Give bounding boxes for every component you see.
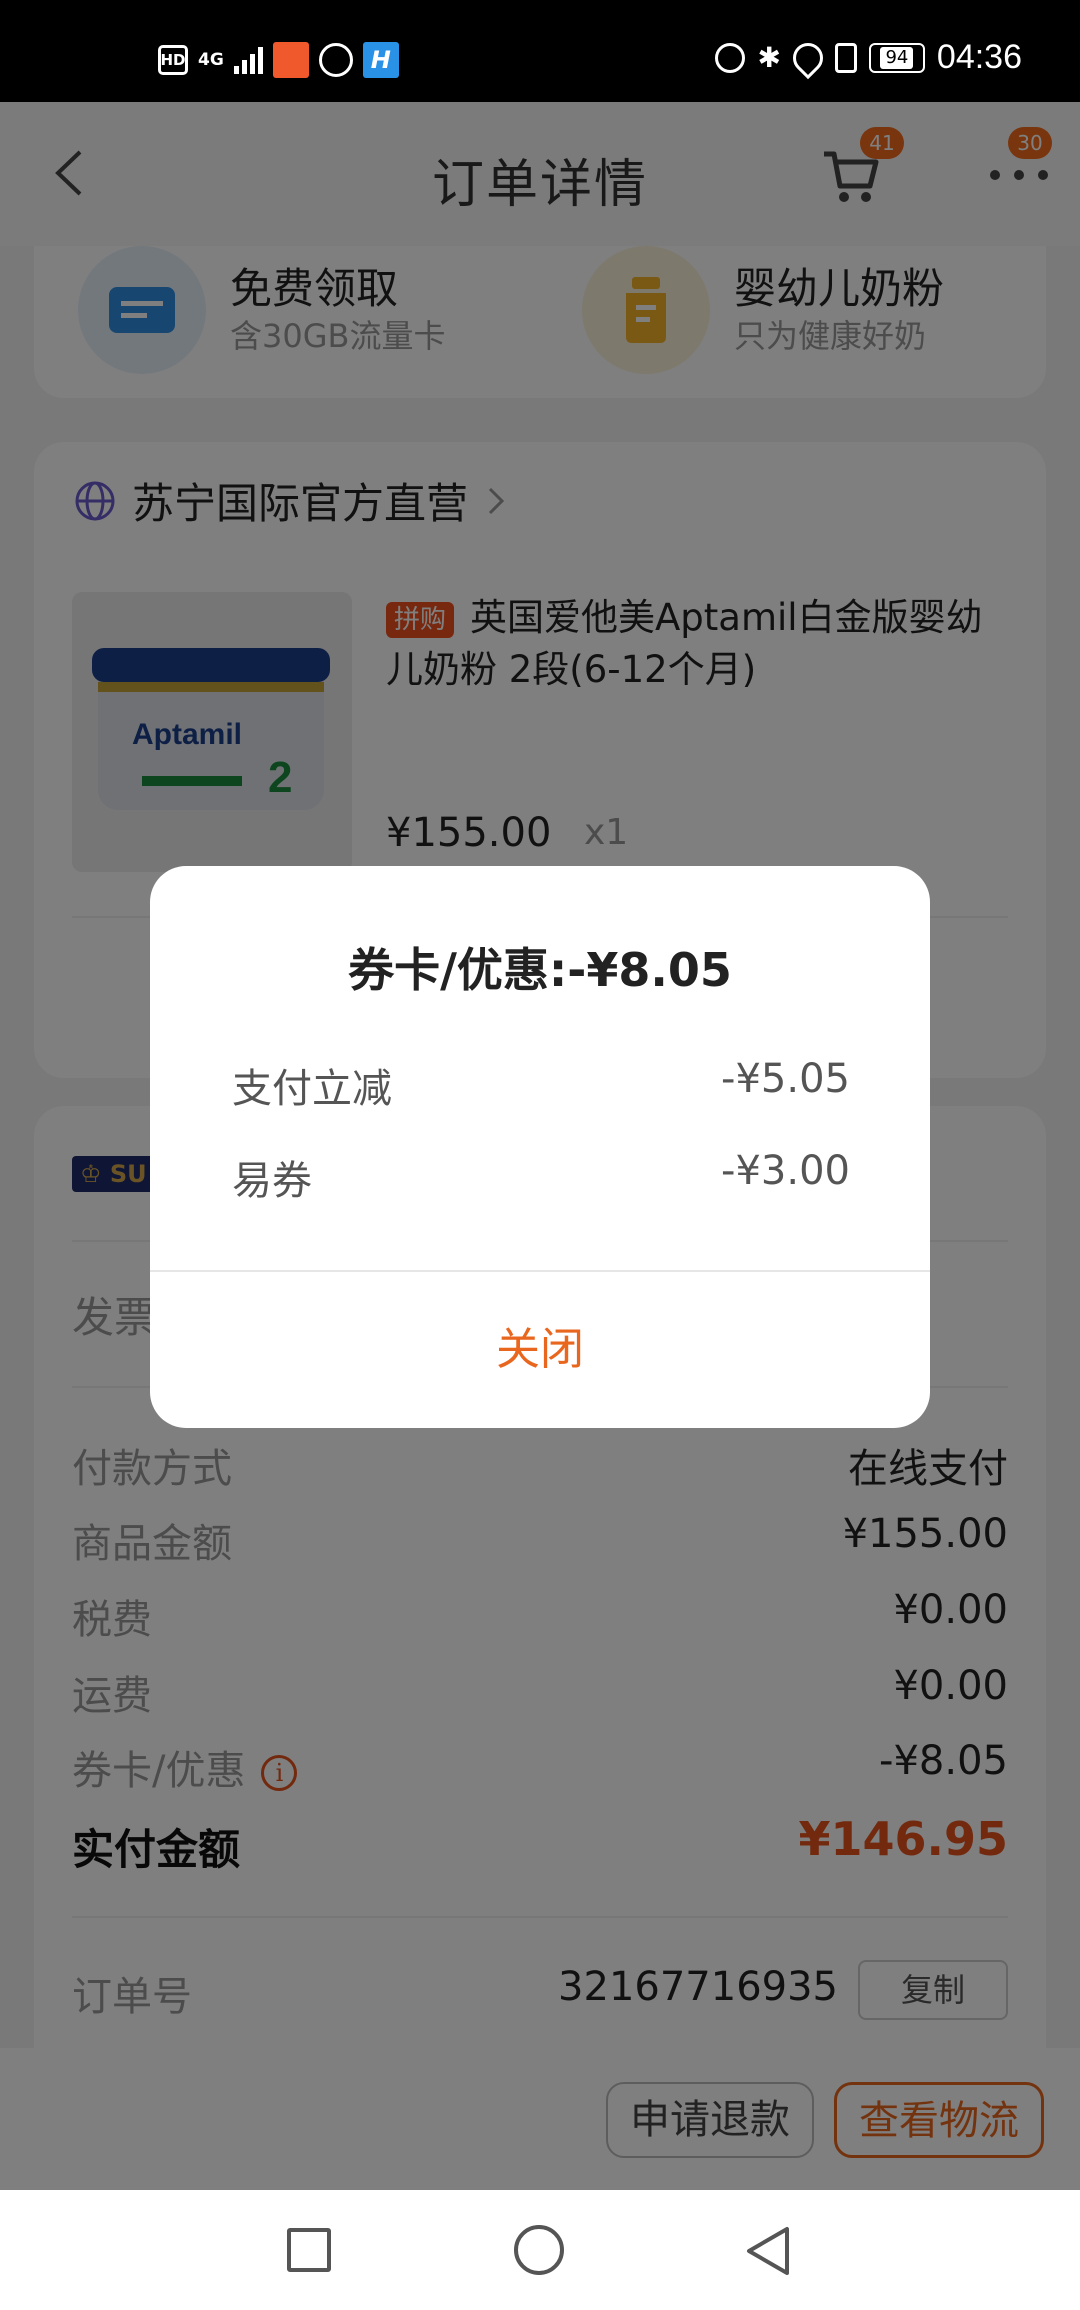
location-icon [786, 36, 830, 79]
back-triangle-icon[interactable] [745, 2225, 791, 2277]
dialog-item-label: 支付立减 [232, 1066, 392, 1112]
dialog-title: 券卡/优惠:-¥8.05 [348, 943, 732, 997]
home-icon[interactable] [514, 2225, 564, 2275]
hd-icon: HD [158, 45, 188, 75]
app-notification-icon [272, 42, 309, 78]
dialog-item: 支付立减 -¥5.05 [232, 1056, 850, 1114]
status-right: ✱ 94 04:36 [715, 36, 1022, 79]
status-left: HD 4G H [158, 42, 399, 78]
hand-notification-icon [318, 43, 353, 77]
dialog-item: 易券 -¥3.00 [232, 1148, 850, 1206]
alarm-icon [715, 42, 746, 73]
clock: 04:36 [936, 38, 1022, 76]
battery-level: 94 [880, 46, 914, 69]
dialog-item-label: 易券 [232, 1158, 312, 1204]
system-nav-bar [0, 2190, 1080, 2310]
battery-icon: 94 [868, 42, 925, 73]
close-button[interactable]: 关闭 [150, 1272, 930, 1428]
status-bar: HD 4G H ✱ 94 04:36 [0, 0, 1080, 102]
signal-icon [233, 46, 263, 74]
dialog-item-value: -¥3.00 [721, 1148, 850, 1194]
coupon-detail-dialog: 券卡/优惠:-¥8.05 支付立减 -¥5.05 易券 -¥3.00 关闭 [150, 866, 930, 1428]
network-type: 4G [198, 49, 224, 70]
vibrate-icon [834, 42, 857, 73]
dialog-item-value: -¥5.05 [721, 1056, 850, 1102]
recent-apps-icon[interactable] [287, 2228, 331, 2272]
bluetooth-icon: ✱ [757, 41, 781, 74]
h-app-notification-icon: H [362, 42, 399, 78]
